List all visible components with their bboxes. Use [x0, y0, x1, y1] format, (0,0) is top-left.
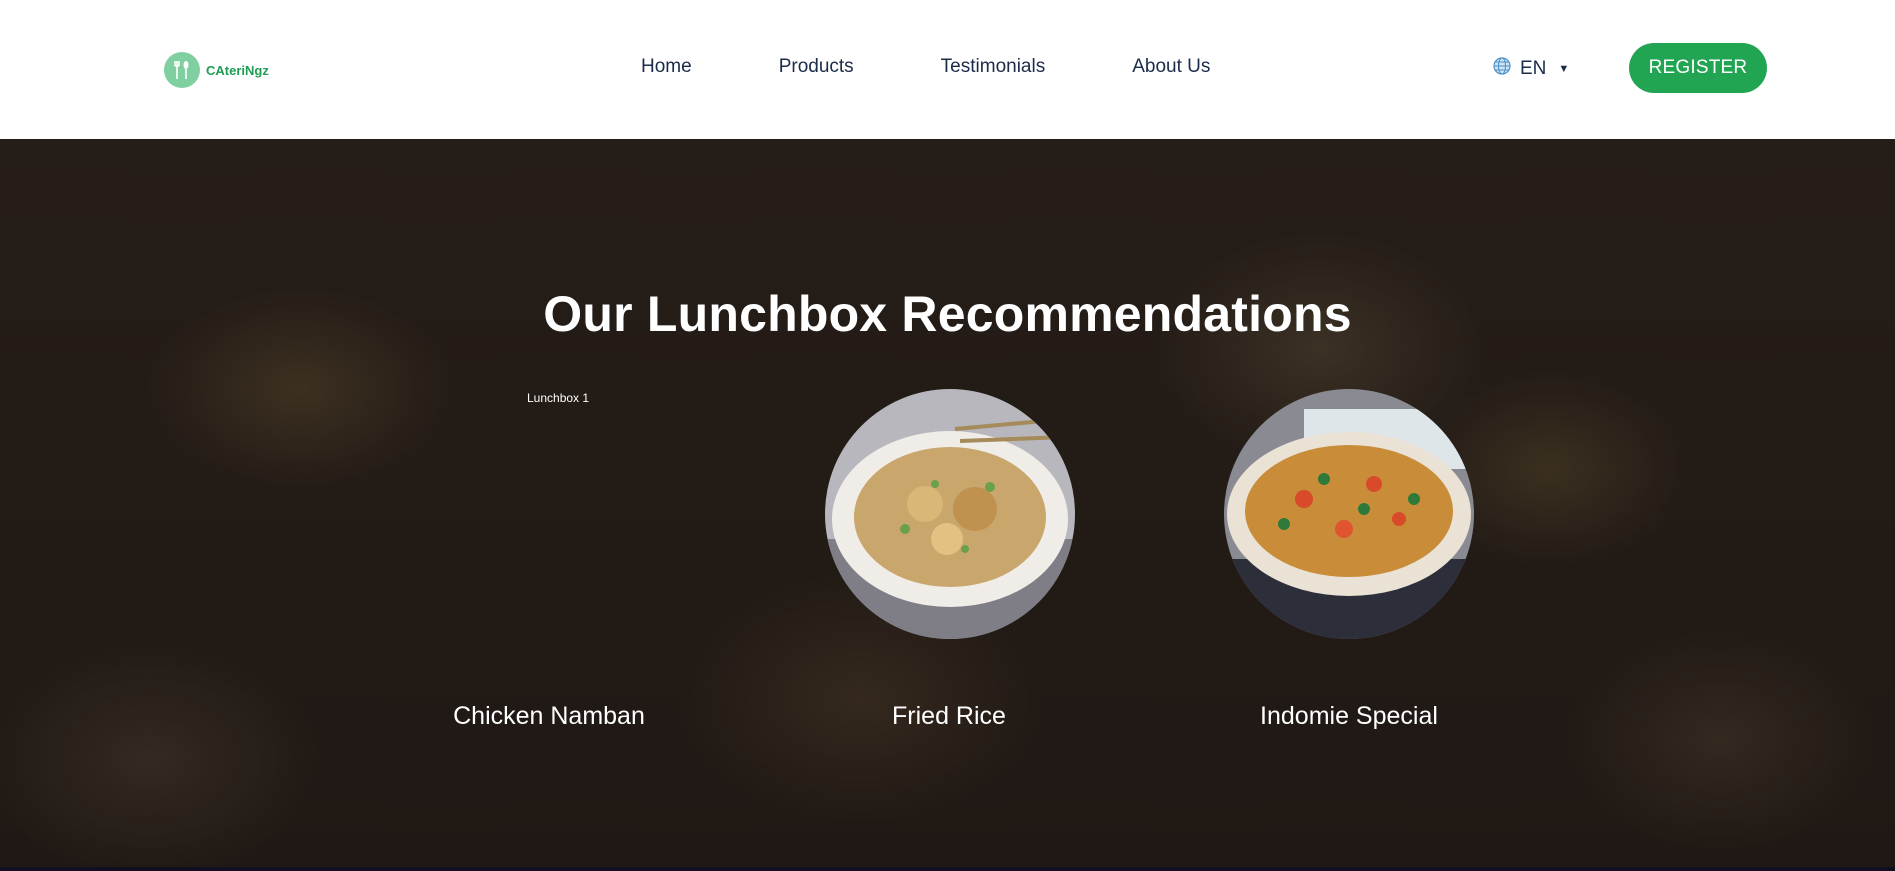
brand-name: CAteriNgz	[206, 62, 269, 78]
language-selector[interactable]: EN ▼	[1492, 56, 1569, 82]
main-nav: Home Products Testimonials About Us	[641, 56, 1210, 78]
lunchbox-image-placeholder: Lunchbox 1	[527, 391, 590, 405]
dish-name-fried-rice[interactable]: Fried Rice	[799, 702, 1099, 731]
lunchbox-recommendations-section: Our Lunchbox Recommendations Lunchbox 1	[0, 139, 1895, 871]
chevron-down-icon: ▼	[1558, 63, 1570, 75]
nav-about-us[interactable]: About Us	[1132, 56, 1210, 78]
site-header: CAteriNgz Home Products Testimonials Abo…	[0, 0, 1895, 139]
section-title: Our Lunchbox Recommendations	[543, 286, 1352, 342]
nav-home[interactable]: Home	[641, 56, 692, 78]
fried-rice-image[interactable]	[825, 389, 1075, 639]
dish-name-chicken-namban[interactable]: Chicken Namban	[399, 702, 699, 731]
dish-name-indomie-special[interactable]: Indomie Special	[1199, 702, 1499, 731]
nav-testimonials[interactable]: Testimonials	[941, 56, 1046, 78]
section-divider	[0, 867, 1895, 871]
indomie-special-image[interactable]	[1224, 389, 1474, 639]
nav-products[interactable]: Products	[779, 56, 854, 78]
register-button[interactable]: REGISTER	[1629, 43, 1767, 93]
brand-logo[interactable]: CAteriNgz	[164, 51, 269, 89]
globe-icon	[1492, 56, 1512, 82]
fork-spoon-icon	[164, 52, 200, 88]
language-label: EN	[1520, 58, 1547, 79]
